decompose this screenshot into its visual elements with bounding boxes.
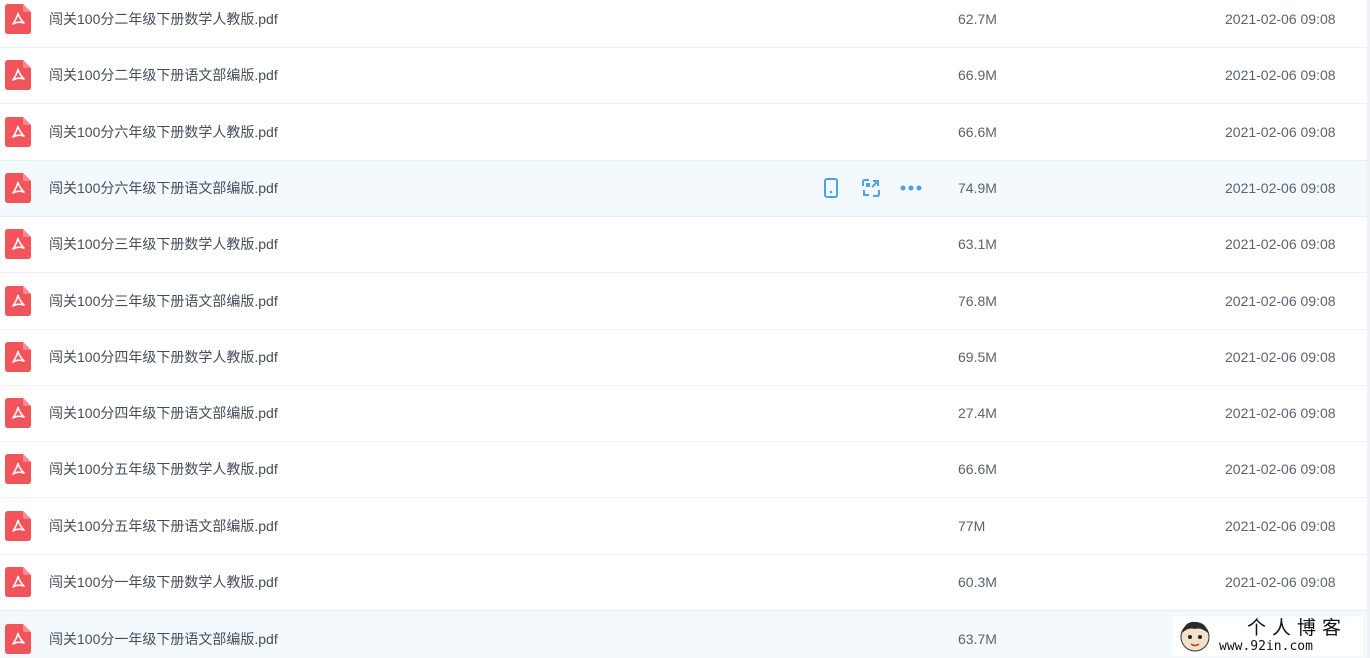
file-list: 闯关100分二年级下册数学人教版.pdf 62.7M 2021-02-06 09…	[0, 0, 1370, 658]
file-size: 63.1M	[958, 236, 997, 253]
watermark: 个人博客 www.92in.com	[1173, 616, 1363, 656]
pdf-file-icon	[5, 173, 31, 204]
file-row[interactable]: 闯关100分三年级下册语文部编版.pdf 76.8M 2021-02-06 09…	[0, 273, 1370, 330]
file-modified-date: 2021-02-06 09:08	[1225, 180, 1336, 197]
file-row[interactable]: 闯关100分五年级下册语文部编版.pdf 77M 2021-02-06 09:0…	[0, 498, 1370, 555]
file-modified-date: 2021-02-06 09:08	[1225, 574, 1336, 590]
file-row[interactable]: 闯关100分四年级下册数学人教版.pdf 69.5M 2021-02-06 09…	[0, 329, 1370, 386]
pdf-file-icon	[5, 454, 31, 485]
share-icon	[862, 179, 880, 198]
file-size: 66.9M	[958, 67, 997, 84]
file-name[interactable]: 闯关100分六年级下册语文部编版.pdf	[49, 178, 278, 198]
file-row[interactable]: 闯关100分一年级下册数学人教版.pdf 60.3M 2021-02-06 09…	[0, 554, 1370, 611]
file-modified-date: 2021-02-06 09:08	[1225, 348, 1336, 365]
file-modified-date: 2021-02-06 09:08	[1225, 123, 1336, 140]
share-button[interactable]	[860, 177, 882, 199]
send-to-phone-button[interactable]	[820, 177, 842, 199]
file-modified-date: 2021-02-06 09:08	[1225, 236, 1336, 253]
pdf-file-icon	[5, 229, 31, 260]
file-modified-date: 2021-02-06 09:08	[1225, 405, 1336, 422]
file-row[interactable]: 闯关100分六年级下册数学人教版.pdf 66.6M 2021-02-06 09…	[0, 104, 1370, 161]
file-row[interactable]: 闯关100分三年级下册数学人教版.pdf 63.1M 2021-02-06 09…	[0, 216, 1370, 274]
row-actions	[820, 177, 922, 199]
file-name[interactable]: 闯关100分三年级下册数学人教版.pdf	[49, 234, 278, 254]
more-actions-button[interactable]	[900, 177, 922, 199]
file-size: 77M	[958, 517, 986, 534]
mascot-icon	[1180, 621, 1210, 652]
file-row[interactable]: 闯关100分二年级下册语文部编版.pdf 66.9M 2021-02-06 09…	[0, 47, 1370, 105]
file-size: 76.8M	[958, 292, 997, 309]
file-size: 60.3M	[958, 574, 997, 590]
pdf-file-icon	[5, 510, 31, 541]
file-name[interactable]: 闯关100分四年级下册语文部编版.pdf	[49, 403, 278, 423]
watermark-title: 个人博客	[1247, 617, 1348, 639]
pdf-file-icon	[5, 398, 31, 429]
file-size: 62.7M	[958, 11, 997, 27]
file-size: 63.7M	[958, 630, 997, 647]
file-modified-date: 2021-02-06 09:08	[1225, 517, 1336, 534]
file-size: 66.6M	[958, 461, 997, 478]
file-name[interactable]: 闯关100分二年级下册数学人教版.pdf	[49, 9, 278, 29]
file-modified-date: 2021-02-06 09:08	[1225, 11, 1336, 27]
phone-icon	[824, 178, 838, 199]
file-size: 66.6M	[958, 123, 997, 140]
file-name[interactable]: 闯关100分五年级下册语文部编版.pdf	[49, 516, 278, 536]
file-row[interactable]: 闯关100分五年级下册数学人教版.pdf 66.6M 2021-02-06 09…	[0, 441, 1370, 499]
pdf-file-icon	[5, 623, 31, 654]
file-row[interactable]: 闯关100分二年级下册数学人教版.pdf 62.7M 2021-02-06 09…	[0, 0, 1370, 48]
pdf-file-icon	[5, 341, 31, 372]
pdf-file-icon	[5, 60, 31, 91]
file-name[interactable]: 闯关100分五年级下册数学人教版.pdf	[49, 459, 278, 479]
file-size: 27.4M	[958, 405, 997, 422]
file-modified-date: 2021-02-06 09:08	[1225, 461, 1336, 478]
file-row[interactable]: 闯关100分六年级下册语文部编版.pdf 74.9M 2021-02-06 09…	[0, 159, 1370, 217]
file-modified-date: 2021-02-06 09:08	[1225, 292, 1336, 309]
file-size: 74.9M	[958, 180, 997, 197]
file-name[interactable]: 闯关100分六年级下册数学人教版.pdf	[49, 122, 278, 142]
file-name[interactable]: 闯关100分三年级下册语文部编版.pdf	[49, 291, 278, 311]
file-name[interactable]: 闯关100分四年级下册数学人教版.pdf	[49, 347, 278, 367]
watermark-url: www.92in.com	[1219, 639, 1313, 654]
more-icon	[900, 185, 922, 191]
file-size: 69.5M	[958, 348, 997, 365]
file-name[interactable]: 闯关100分二年级下册语文部编版.pdf	[49, 65, 278, 85]
file-name[interactable]: 闯关100分一年级下册语文部编版.pdf	[49, 629, 278, 649]
pdf-file-icon	[5, 285, 31, 316]
pdf-file-icon	[5, 116, 31, 147]
file-row[interactable]: 闯关100分一年级下册语文部编版.pdf 63.7M	[0, 610, 1370, 658]
pdf-file-icon	[5, 4, 31, 34]
pdf-file-icon	[5, 567, 31, 597]
file-row[interactable]: 闯关100分四年级下册语文部编版.pdf 27.4M 2021-02-06 09…	[0, 385, 1370, 443]
file-modified-date: 2021-02-06 09:08	[1225, 67, 1336, 84]
file-name[interactable]: 闯关100分一年级下册数学人教版.pdf	[49, 572, 278, 592]
